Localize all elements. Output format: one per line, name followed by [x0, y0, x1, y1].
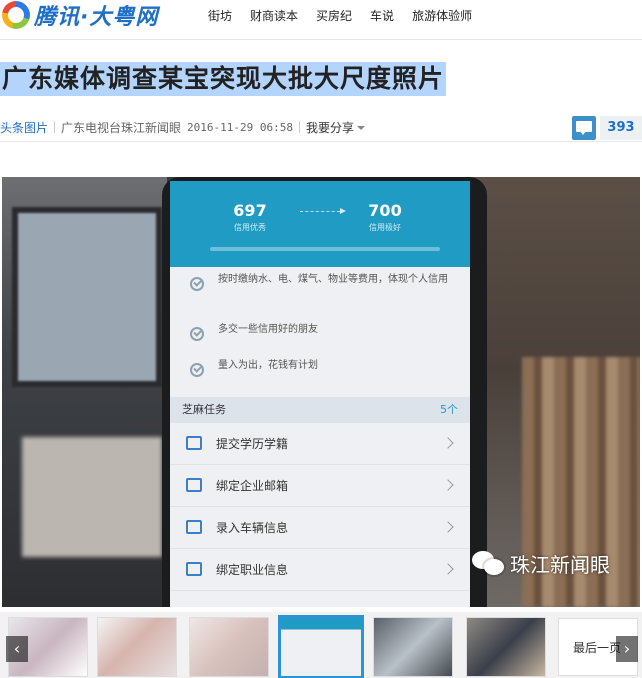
- top-header: 腾讯·大粤网 街坊 财商读本 买房纪 车说 旅游体验师: [0, 0, 642, 40]
- task-label: 录入车辆信息: [216, 521, 289, 535]
- task-label: 提交学历学籍: [216, 437, 289, 451]
- check-circle-icon: [190, 363, 204, 377]
- tip-item: 按时缴纳水、电、煤气、物业等费用，体现个人信用: [170, 267, 470, 317]
- score-target-label: 信用极好: [369, 223, 401, 232]
- score-target: 700 信用极好: [345, 201, 425, 233]
- chevron-right-icon: [442, 437, 454, 449]
- chevron-right-icon: [442, 521, 454, 533]
- hint-bar: [210, 247, 440, 251]
- comment-button[interactable]: 393: [572, 116, 642, 140]
- task-item: 提交学历学籍: [170, 423, 470, 465]
- tips-list: 按时缴纳水、电、煤气、物业等费用，体现个人信用 多交一些信用好的朋友 量入为出，…: [170, 267, 470, 389]
- chevron-right-icon: [442, 563, 454, 575]
- article-time: 2016-11-29 06:58: [187, 120, 293, 134]
- meta-divider-line: [0, 141, 642, 142]
- nav-item-maifangji[interactable]: 买房纪: [316, 7, 352, 24]
- caret-down-icon: [357, 125, 366, 130]
- tip-item: 量入为出，花钱有计划: [170, 353, 470, 389]
- tip-text: 按时缴纳水、电、煤气、物业等费用，体现个人信用: [218, 274, 448, 285]
- meta-divider: [54, 121, 56, 133]
- article-title: 广东媒体调查某宝突现大批大尺度照片: [0, 62, 447, 96]
- thumbnail-2[interactable]: [97, 617, 177, 677]
- main-photo[interactable]: 697 信用优秀 700 信用极好 按时缴纳水、电、煤气、物业等费用，体现个人信…: [2, 177, 640, 607]
- arrow-right-icon: [300, 208, 346, 214]
- nav-item-lvyou[interactable]: 旅游体验师: [412, 7, 472, 24]
- site-logo[interactable]: 腾讯·大粤网: [2, 0, 158, 30]
- last-page-label: 最后一页: [573, 641, 622, 655]
- credit-score-header: 697 信用优秀 700 信用极好: [170, 181, 470, 267]
- graduation-cap-icon: [186, 436, 202, 450]
- score-current-label: 信用优秀: [234, 223, 266, 232]
- tip-text: 量入为出，花钱有计划: [218, 360, 318, 371]
- watermark-text: 珠江新闻眼: [510, 553, 610, 577]
- score-current-value: 697: [233, 201, 267, 220]
- main-nav: 街坊 财商读本 买房纪 车说 旅游体验师: [208, 7, 472, 24]
- nav-item-cheshuo[interactable]: 车说: [370, 7, 394, 24]
- task-header: 芝麻任务 5个: [170, 397, 470, 423]
- thumbnail-3[interactable]: [189, 617, 269, 677]
- tencent-logo-icon: [2, 1, 30, 29]
- comment-icon: [572, 116, 596, 140]
- category-link[interactable]: 头条图片: [0, 119, 48, 136]
- mail-icon: [186, 478, 202, 492]
- blurred-monitor: [12, 207, 162, 387]
- wechat-icon: [472, 550, 506, 577]
- tip-item: 多交一些信用好的朋友: [170, 317, 470, 353]
- car-icon: [186, 520, 202, 534]
- thumbnail-strip: [0, 612, 642, 678]
- briefcase-icon: [186, 562, 202, 576]
- article-source: 广东电视台珠江新闻眼: [61, 120, 182, 135]
- tip-text: 多交一些信用好的朋友: [218, 324, 318, 335]
- prev-arrow-button[interactable]: ‹: [6, 636, 28, 662]
- task-label: 绑定职业信息: [216, 563, 289, 577]
- article-meta: 头条图片 广东电视台珠江新闻眼 2016-11-29 06:58 我要分享: [0, 119, 366, 136]
- meta-divider: [299, 121, 300, 133]
- logo-text: 腾讯·大粤网: [34, 5, 159, 30]
- thumbnail-5[interactable]: [373, 617, 453, 677]
- photo-watermark: 珠江新闻眼: [472, 549, 610, 578]
- thumbnail-4-active[interactable]: [278, 615, 364, 678]
- chevron-right-icon: [442, 479, 454, 491]
- task-count: 5个: [440, 403, 458, 416]
- comment-count: 393: [600, 116, 642, 140]
- task-header-label: 芝麻任务: [182, 403, 226, 416]
- nav-item-jiefang[interactable]: 街坊: [208, 7, 232, 24]
- phone-screen: 697 信用优秀 700 信用极好 按时缴纳水、电、煤气、物业等费用，体现个人信…: [170, 181, 470, 607]
- check-circle-icon: [190, 327, 204, 341]
- task-item: 绑定企业邮箱: [170, 465, 470, 507]
- thumbnail-6[interactable]: [466, 617, 546, 677]
- task-item: 录入车辆信息: [170, 507, 470, 549]
- score-current: 697 信用优秀: [210, 201, 290, 233]
- share-label: 我要分享: [306, 120, 355, 135]
- nav-item-caishang[interactable]: 财商读本: [250, 7, 298, 24]
- blurred-object: [22, 437, 162, 557]
- task-label: 绑定企业邮箱: [216, 479, 289, 493]
- article-title-wrap: 广东媒体调查某宝突现大批大尺度照片: [0, 62, 447, 96]
- check-circle-icon: [190, 277, 204, 291]
- score-target-value: 700: [368, 201, 402, 220]
- share-dropdown[interactable]: 我要分享: [306, 119, 366, 136]
- task-item: 绑定职业信息: [170, 549, 470, 591]
- next-arrow-button[interactable]: ›: [616, 636, 638, 662]
